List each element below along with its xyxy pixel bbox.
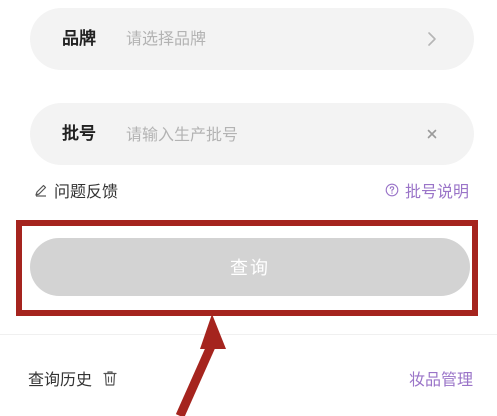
query-history-title: 查询历史 [28,370,93,389]
feedback-link[interactable]: 问题反馈 [34,177,118,203]
batch-help-link[interactable]: 批号说明 [385,177,469,203]
batch-label: 批号 [62,124,96,144]
chevron-right-icon [428,32,436,46]
query-history: 查询历史 [28,366,118,390]
annotation-highlight-box [16,220,478,316]
brand-placeholder: 请选择品牌 [126,29,207,48]
batch-field: 批号 [30,103,474,165]
trash-icon[interactable] [102,370,118,387]
question-circle-icon [385,183,399,197]
clear-icon[interactable] [422,124,442,144]
batch-help-label: 批号说明 [404,182,469,201]
pencil-icon [35,184,47,197]
manage-link[interactable]: 妆品管理 [409,366,473,390]
feedback-label: 问题反馈 [54,182,119,201]
section-divider [0,334,497,335]
brand-label: 品牌 [62,29,96,49]
batch-input[interactable] [126,119,396,149]
brand-selector[interactable]: 品牌 请选择品牌 [30,8,474,70]
